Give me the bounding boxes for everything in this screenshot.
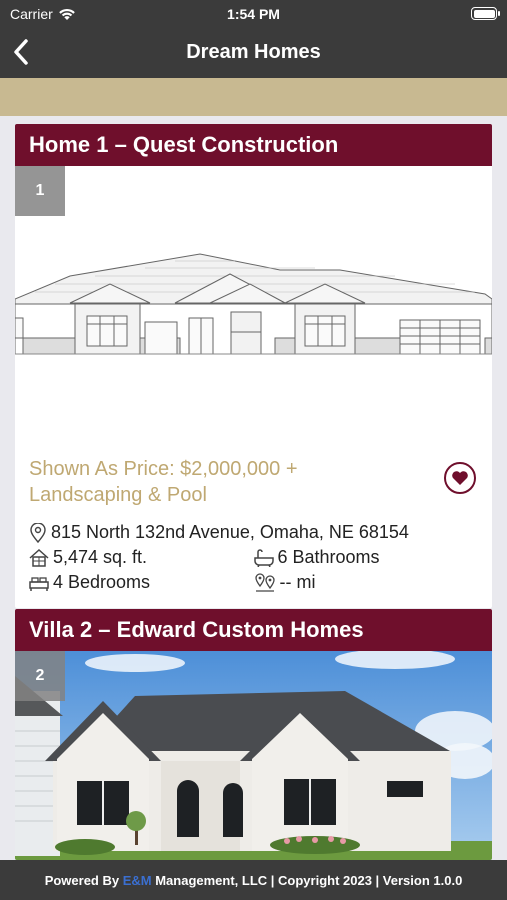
bathtub-icon bbox=[253, 548, 274, 567]
listing-address: 815 North 132nd Avenue, Omaha, NE 68154 bbox=[51, 522, 409, 542]
listing-number-badge: 2 bbox=[15, 651, 65, 701]
favorite-button[interactable] bbox=[444, 462, 476, 494]
bed-icon bbox=[29, 576, 49, 591]
price-row: Shown As Price: $2,000,000 + Landscaping… bbox=[15, 456, 492, 508]
footer: Powered By E&M Management, LLC | Copyrig… bbox=[0, 860, 507, 900]
bathrooms-item: 6 Bathrooms bbox=[253, 547, 479, 568]
heart-icon bbox=[452, 471, 468, 485]
battery-icon bbox=[471, 7, 500, 20]
listing-price: Shown As Price: $2,000,000 + Landscaping… bbox=[29, 458, 298, 506]
status-bar: Carrier 1:54 PM bbox=[0, 0, 507, 28]
listing-details: 815 North 132nd Avenue, Omaha, NE 68154 … bbox=[15, 508, 492, 595]
navigation-bar: Dream Homes bbox=[0, 28, 507, 78]
listing-title: Home 1 – Quest Construction bbox=[15, 124, 492, 166]
bedrooms-item: 4 Bedrooms bbox=[29, 572, 254, 593]
distance-item: -- mi bbox=[254, 572, 479, 593]
listing-card[interactable]: Home 1 – Quest Construction 1 Shown As P… bbox=[15, 124, 492, 608]
location-pin-icon bbox=[30, 522, 46, 543]
house-drawing-image: 1 bbox=[15, 166, 492, 456]
listing-bedrooms: 4 Bedrooms bbox=[53, 572, 151, 592]
clock: 1:54 PM bbox=[227, 6, 280, 22]
listing-title: Villa 2 – Edward Custom Homes bbox=[15, 609, 492, 651]
page-title: Dream Homes bbox=[186, 41, 321, 63]
footer-prefix: Powered By bbox=[44, 873, 123, 888]
house-photo-image: 2 bbox=[15, 651, 492, 860]
footer-brand: E&M bbox=[122, 873, 152, 888]
house-icon bbox=[29, 548, 49, 567]
listing-number-badge: 1 bbox=[15, 166, 65, 216]
distance-pins-icon bbox=[254, 572, 275, 592]
listing-sqft: 5,474 sq. ft. bbox=[53, 547, 148, 567]
listing-bathrooms: 6 Bathrooms bbox=[277, 547, 380, 567]
footer-suffix: Management, LLC | Copyright 2023 | Versi… bbox=[151, 873, 463, 888]
listing-card[interactable]: Villa 2 – Edward Custom Homes 2 bbox=[15, 609, 492, 860]
header-band bbox=[0, 78, 507, 116]
listing-distance: -- mi bbox=[279, 572, 316, 592]
address-row: 815 North 132nd Avenue, Omaha, NE 68154 bbox=[29, 520, 478, 545]
sqft-item: 5,474 sq. ft. bbox=[29, 547, 254, 568]
